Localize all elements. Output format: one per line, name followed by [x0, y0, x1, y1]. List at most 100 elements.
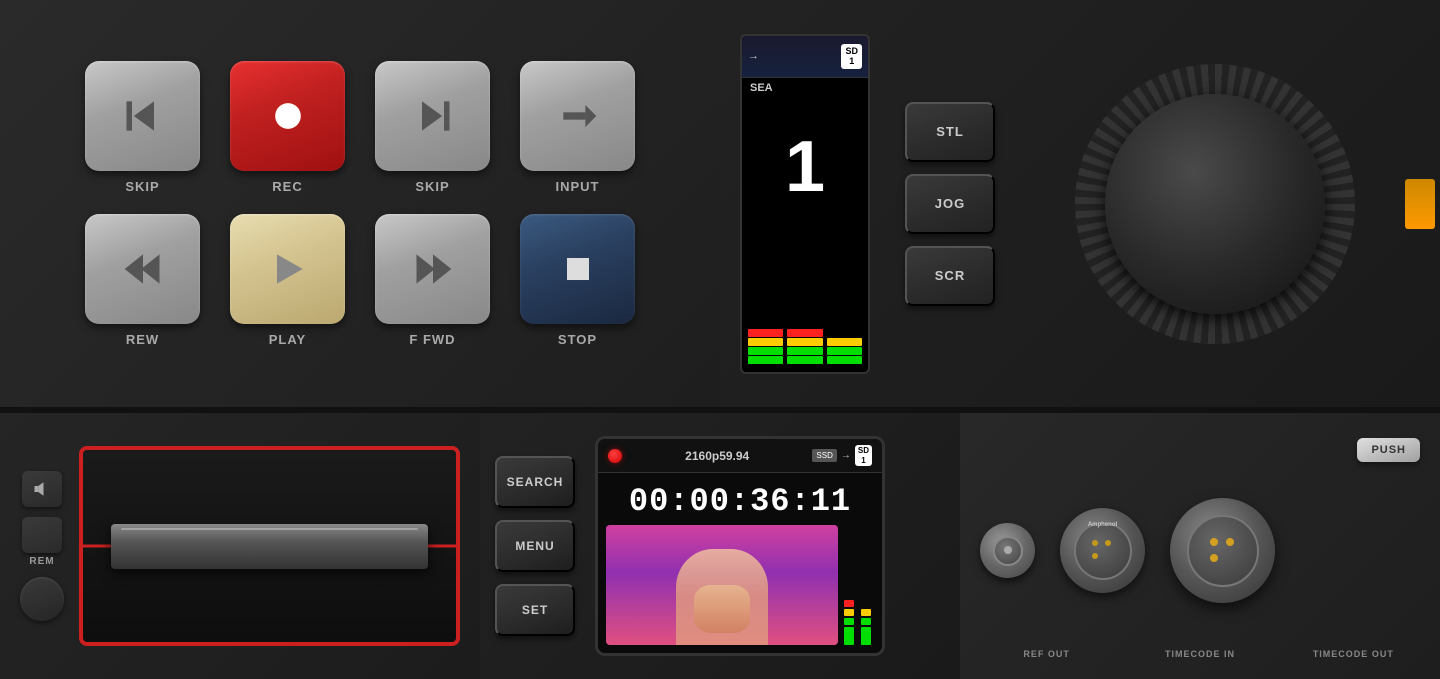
meter-bar-3: [827, 245, 862, 364]
device-panel: SKIP REC: [0, 0, 1440, 679]
stl-button[interactable]: STL: [905, 102, 995, 162]
preview-meters: [844, 525, 874, 645]
skip-back-wrapper: SKIP: [78, 61, 208, 194]
ref-out-label: REF OUT: [980, 649, 1113, 659]
rewind-icon: [121, 247, 165, 291]
rem-button[interactable]: [22, 517, 62, 553]
transport-controls-panel: SKIP REC: [0, 0, 720, 407]
sd-badge: SD 1: [855, 445, 872, 466]
lcd-meters: [742, 237, 868, 372]
lcd-sd-badge: SD 1: [841, 44, 862, 70]
connector-top: PUSH: [980, 433, 1420, 462]
ref-out-inner: [993, 536, 1023, 566]
input-button[interactable]: [520, 61, 635, 171]
ffwd-wrapper: F FWD: [368, 214, 498, 347]
search-button[interactable]: SEARCH: [495, 456, 575, 508]
timecode-in-label: TIMECODE IN: [1133, 649, 1266, 659]
ffwd-label: F FWD: [409, 332, 455, 347]
play-label: PLAY: [269, 332, 306, 347]
rec-wrapper: REC: [223, 61, 353, 194]
timecode-in-pins: [1092, 540, 1113, 561]
menu-button[interactable]: MENU: [495, 520, 575, 572]
lcd-number: 1: [742, 98, 868, 237]
rec-label: REC: [272, 179, 302, 194]
preview-meter-2: [861, 525, 875, 645]
display-header: 2160p59.94 SSD → SD 1: [598, 439, 882, 473]
rec-button[interactable]: [230, 61, 345, 171]
lcd-header: → SD 1: [742, 36, 868, 79]
ssd-badge: SSD: [812, 449, 836, 462]
meter-bar-1: [748, 245, 783, 364]
timecode-out-pins: [1210, 538, 1236, 564]
lcd-sea-label: SEA: [742, 78, 868, 98]
skip-fwd-label: SKIP: [415, 179, 449, 194]
circle-button[interactable]: [20, 577, 64, 621]
jog-dial-container: [1010, 94, 1420, 314]
out-pin-3: [1210, 554, 1218, 562]
skip-fwd-wrapper: SKIP: [368, 61, 498, 194]
jog-dial-center[interactable]: [1105, 94, 1325, 314]
pin-3: [1092, 553, 1098, 559]
rec-indicator: [608, 449, 622, 463]
set-button[interactable]: SET: [495, 584, 575, 636]
lcd-dial-panel: → SD 1 SEA 1: [720, 0, 1440, 407]
ref-out-group: [980, 523, 1035, 578]
timecode-out-label: TIMECODE OUT: [1287, 649, 1420, 659]
stop-button[interactable]: [520, 214, 635, 324]
stop-label: STOP: [558, 332, 597, 347]
out-pin-1: [1210, 538, 1218, 546]
preview-meter-1: [844, 525, 858, 645]
connectors-panel: PUSH Amphenol: [960, 413, 1440, 679]
display-format: 2160p59.94: [630, 449, 804, 463]
audio-btn-wrapper: [22, 471, 62, 507]
menu-buttons: SEARCH MENU SET: [495, 456, 575, 636]
skip-back-button[interactable]: [85, 61, 200, 171]
timecode-out-group: [1170, 498, 1275, 603]
rem-btn-wrapper: REM: [22, 517, 62, 567]
skip-back-label: SKIP: [125, 179, 159, 194]
ref-out-pin: [1004, 546, 1012, 554]
timecode-out-inner: [1187, 515, 1259, 587]
top-row: SKIP REC: [0, 0, 1440, 410]
timecode-in-group: Amphenol: [1060, 508, 1145, 593]
storage-arrow: →: [841, 450, 851, 461]
side-controls: REM: [20, 471, 64, 621]
speaker-icon: [33, 480, 51, 498]
stop-icon: [556, 247, 600, 291]
connectors-area: PUSH Amphenol: [980, 433, 1420, 659]
lcd-arrow: →: [748, 50, 759, 62]
rem-label: REM: [29, 556, 54, 567]
connectors-middle: Amphenol: [980, 488, 1420, 613]
skip-fwd-button[interactable]: [375, 61, 490, 171]
pin-1: [1092, 540, 1098, 546]
drive-bay-panel: REM: [0, 413, 480, 679]
ffwd-button[interactable]: [375, 214, 490, 324]
input-wrapper: INPUT: [513, 61, 643, 194]
ref-out-connector: [980, 523, 1035, 578]
display-preview: [598, 525, 882, 653]
amphenol-label: Amphenol: [1088, 522, 1117, 528]
drive-slot: [111, 524, 428, 569]
drive-bay: [79, 446, 460, 646]
play-button[interactable]: [230, 214, 345, 324]
scr-button[interactable]: SCR: [905, 246, 995, 306]
bottom-row: REM SEARCH MENU SET 2160p59.94: [0, 410, 1440, 679]
audio-button[interactable]: [22, 471, 62, 507]
display-storage: SSD → SD 1: [812, 445, 872, 466]
rew-button[interactable]: [85, 214, 200, 324]
display-panel: SEARCH MENU SET 2160p59.94 SSD → SD 1: [480, 413, 960, 679]
skip-fwd-icon: [411, 94, 455, 138]
rew-wrapper: REW: [78, 214, 208, 347]
skip-back-icon: [121, 94, 165, 138]
main-display: 2160p59.94 SSD → SD 1 00:00:36:11: [595, 436, 885, 656]
lcd-screen: → SD 1 SEA 1: [740, 34, 870, 374]
rew-label: REW: [126, 332, 159, 347]
meter-bar-2: [787, 245, 822, 364]
jog-indicator: [1405, 179, 1435, 229]
jog-button[interactable]: JOG: [905, 174, 995, 234]
timecode-in-connector: Amphenol: [1060, 508, 1145, 593]
controls-grid: SKIP REC: [78, 61, 643, 347]
push-button[interactable]: PUSH: [1357, 438, 1420, 462]
record-icon: [266, 94, 310, 138]
preview-image: [606, 525, 838, 645]
